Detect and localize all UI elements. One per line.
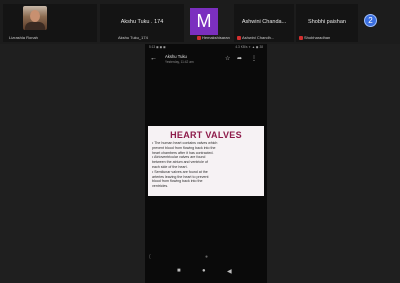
back-arrow-icon[interactable]: ← <box>150 55 157 62</box>
participant-name: Lizrashla Ronah <box>9 35 38 40</box>
scroll-indicator: ● <box>205 254 209 260</box>
mic-muted-icon <box>197 35 201 40</box>
slide-line: between the atrium and ventricle of <box>152 160 208 165</box>
participant-tile[interactable]: Akshu Tuku . 174 Akshu Tuku_174 <box>100 4 184 42</box>
home-icon[interactable]: ● <box>202 268 206 274</box>
more-participants-button[interactable]: 2 <box>364 14 377 27</box>
slide-image: HEART VALVES • The human heart contains … <box>148 126 264 196</box>
slide-line: each side of the heart. <box>152 164 188 169</box>
mic-muted-icon <box>237 35 241 40</box>
mic-muted-icon <box>299 35 303 40</box>
slide-heading: HEART VALVES <box>170 130 242 140</box>
slide-line: prevent blood from flowing back into the <box>152 145 216 150</box>
chat-title: Akshu Tuku <box>165 54 187 59</box>
participant-display-name: Shobhi paishan <box>308 19 346 25</box>
app-bar: ← Akshu Tuku Yesterday, 11:42 am ☆ ➦ ⋮ <box>145 52 267 68</box>
participant-name: Hemakshisaran <box>202 35 230 40</box>
participant-name: Akshu Tuku_174 <box>118 35 148 40</box>
participant-name: Ashwini Chandh... <box>242 35 275 40</box>
participant-tile[interactable]: Shobhi paishan Shobharadhan <box>296 4 358 42</box>
participant-display-name: Akshu Tuku . 174 <box>120 19 164 25</box>
slide-line: • Atrioventricular valves are found <box>152 155 206 160</box>
participant-name: Shobharadhan <box>304 35 331 40</box>
share-icon[interactable]: ➦ <box>237 55 242 62</box>
participant-tile[interactable]: Lizrashla Ronah <box>3 4 97 42</box>
nav-back-icon[interactable]: ◀ <box>227 268 232 275</box>
android-nav-bar: ■ ● ◀ <box>145 266 267 280</box>
participant-tile[interactable]: Ashwini Chanda... Ashwini Chandh... <box>234 4 294 42</box>
slide-line: • The human heart contains valves which <box>152 141 218 145</box>
status-left: 5:13 ◼ ◼ ◼ <box>149 45 166 49</box>
slide-line: • Semilunar valves are found at the <box>152 169 208 174</box>
participant-display-name: Ashwini Chanda... <box>241 19 287 25</box>
star-icon[interactable]: ☆ <box>225 55 230 62</box>
chat-subtitle: Yesterday, 11:42 am <box>165 60 194 64</box>
slide-line: ventricles. <box>152 184 169 189</box>
letter-avatar: M <box>190 8 218 35</box>
slide-line: heart chambers after it has contracted. <box>152 150 214 155</box>
shared-screen: 5:13 ◼ ◼ ◼ 4.3 KB/s ✦ ▲ ◼ 38 ← Akshu Tuk… <box>145 44 267 283</box>
participant-strip: Lizrashla Ronah Akshu Tuku . 174 Akshu T… <box>0 0 400 44</box>
status-right: 4.3 KB/s ✦ ▲ ◼ 38 <box>235 45 263 49</box>
scroll-left-marker: ( <box>149 254 151 260</box>
recent-apps-icon[interactable]: ■ <box>177 268 181 274</box>
menu-icon[interactable]: ⋮ <box>251 55 257 62</box>
phone-status-bar: 5:13 ◼ ◼ ◼ 4.3 KB/s ✦ ▲ ◼ 38 <box>145 44 267 50</box>
slide-line: blood from flowing back into the <box>152 179 203 184</box>
slide-body: • The human heart contains valves which … <box>152 141 260 189</box>
participant-photo <box>23 6 47 30</box>
slide-line: arteries leaving the heart to prevent <box>152 174 209 179</box>
